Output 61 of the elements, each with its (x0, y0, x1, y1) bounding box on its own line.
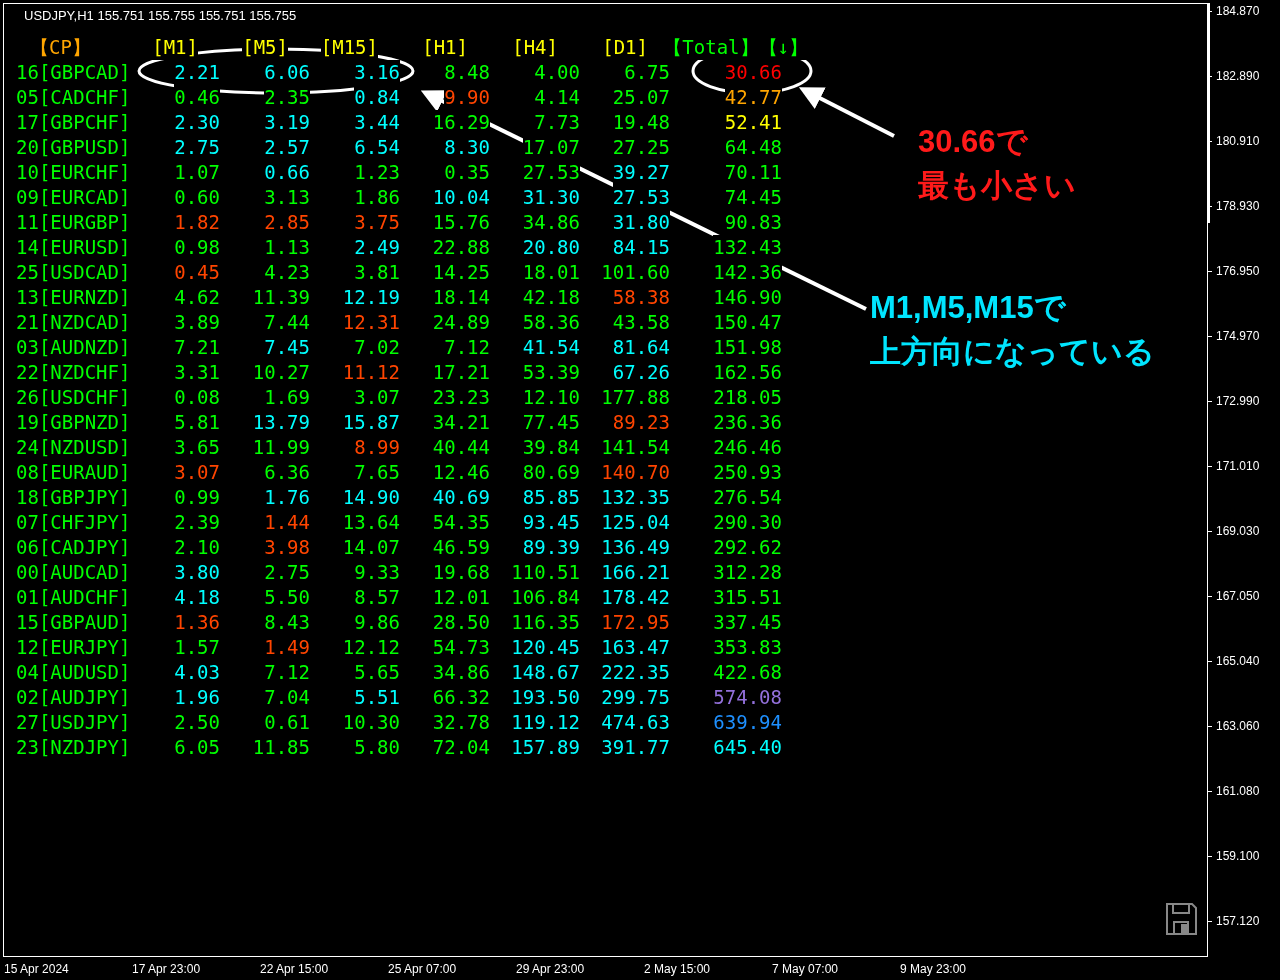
time-label: 2 May 15:00 (644, 961, 712, 978)
annotation-text: M1,M5,M15で (870, 289, 1067, 327)
pair-label: 15[GBPAUD] (16, 610, 130, 635)
time-label: 17 Apr 23:00 (132, 961, 202, 978)
pair-label: 24[NZDUSD] (16, 435, 130, 460)
price-label: 169.030 (1208, 523, 1280, 539)
price-label: 171.010 (1208, 458, 1280, 474)
value-cell: 132.43 (713, 235, 782, 260)
pair-label: 05[CADCHF] (16, 85, 130, 110)
price-label: 182.890 (1208, 68, 1280, 84)
price-label: 159.100 (1208, 848, 1280, 864)
pair-label: 12[EURJPY] (16, 635, 130, 660)
price-label: 172.990 (1208, 393, 1280, 409)
annotation-text: 最も小さい (918, 167, 1076, 205)
time-label: 29 Apr 23:00 (516, 961, 586, 978)
pair-label: 01[AUDCHF] (16, 585, 130, 610)
price-label: 178.930 (1208, 198, 1280, 214)
value-cell: 17.07 (522, 135, 580, 160)
pair-label: 03[AUDNZD] (16, 335, 130, 360)
pair-label: 07[CHFJPY] (16, 510, 130, 535)
pair-label: 26[USDCHF] (16, 385, 130, 410)
pair-label: 21[NZDCAD] (16, 310, 130, 335)
annotation-text: 30.66で (918, 123, 1029, 161)
annotation-text: 上方向になっている (870, 333, 1155, 371)
pair-label: 14[EURUSD] (16, 235, 130, 260)
pair-label: 11[EURGBP] (16, 210, 130, 235)
time-label: 9 May 23:00 (900, 961, 968, 978)
pair-label: 00[AUDCAD] (16, 560, 130, 585)
pair-label: 23[NZDJPY] (16, 735, 130, 760)
pair-label: 02[AUDJPY] (16, 685, 130, 710)
pair-label: 09[EURCAD] (16, 185, 130, 210)
pair-label: 16[GBPCAD] (16, 60, 130, 85)
price-label: 161.080 (1208, 783, 1280, 799)
price-label: 180.910 (1208, 133, 1280, 149)
price-label: 165.040 (1208, 653, 1280, 669)
time-label: 25 Apr 07:00 (388, 961, 458, 978)
pair-label: 04[AUDUSD] (16, 660, 130, 685)
pair-label: 25[USDCAD] (16, 260, 130, 285)
price-label: 157.120 (1208, 913, 1280, 929)
pair-label: 13[EURNZD] (16, 285, 130, 310)
value-cell: 27.53 (612, 185, 670, 210)
time-label: 22 Apr 15:00 (260, 961, 330, 978)
time-label: 15 Apr 2024 (4, 961, 70, 978)
pair-label: 17[GBPCHF] (16, 110, 130, 135)
price-label: 174.970 (1208, 328, 1280, 344)
pair-label: 06[CADJPY] (16, 535, 130, 560)
pair-label: 27[USDJPY] (16, 710, 130, 735)
pair-label: 08[EURAUD] (16, 460, 130, 485)
price-label: 163.060 (1208, 718, 1280, 734)
pair-label: 20[GBPUSD] (16, 135, 130, 160)
pair-label: 22[NZDCHF] (16, 360, 130, 385)
pair-label: 19[GBPNZD] (16, 410, 130, 435)
price-label: 167.050 (1208, 588, 1280, 604)
chart-header: USDJPY,H1 155.751 155.755 155.751 155.755 (23, 7, 298, 25)
value-cell: 3.16 (354, 60, 400, 85)
save-icon[interactable] (1165, 902, 1197, 936)
pair-label: 10[EURCHF] (16, 160, 130, 185)
price-label: 184.870 (1208, 3, 1280, 19)
time-label: 7 May 07:00 (772, 961, 840, 978)
pair-label: 18[GBPJPY] (16, 485, 130, 510)
price-label: 176.950 (1208, 263, 1280, 279)
